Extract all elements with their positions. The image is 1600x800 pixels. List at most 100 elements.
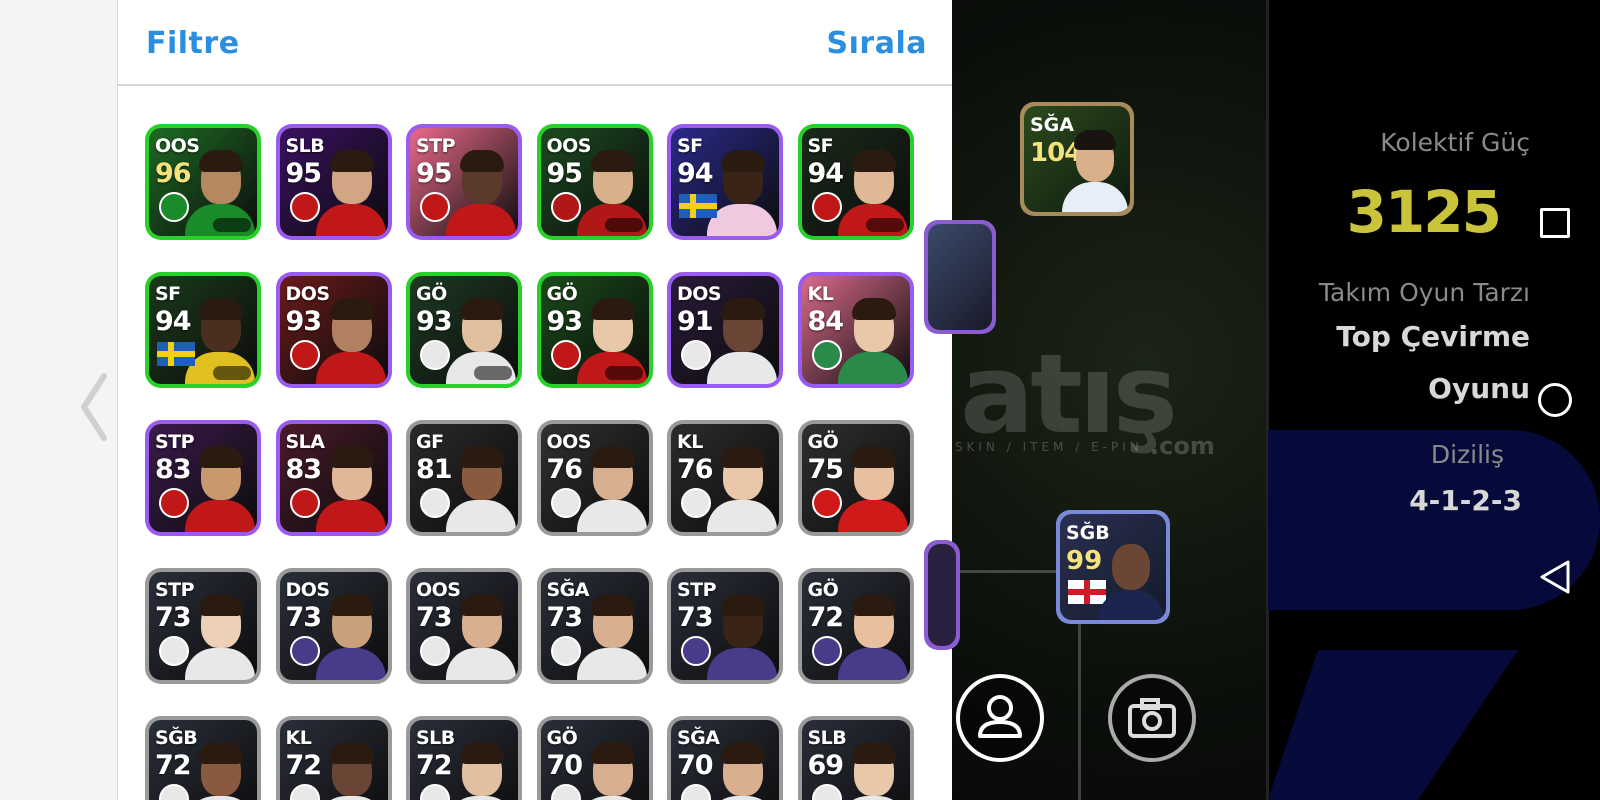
player-rating: 70 [546,750,584,781]
card-type-icon [213,218,251,232]
player-card-inner: OOS 73 [410,572,518,680]
player-portrait [707,444,777,532]
nav-recent-icon[interactable] [1540,208,1570,238]
player-card[interactable]: OOS 73 [406,568,522,684]
player-card[interactable]: KL 76 [667,420,783,536]
field-player-card-partial[interactable] [924,220,996,334]
player-portrait [185,592,255,680]
player-position: GÖ [546,283,578,305]
player-card[interactable]: GÖ 93 [406,272,522,388]
profile-button[interactable] [956,674,1044,762]
player-card-inner: KL 72 [279,720,388,800]
player-position: GÖ [807,579,839,601]
player-portrait [837,444,908,532]
player-position: SF [677,135,703,157]
player-card[interactable]: SLB 72 [406,716,522,800]
player-position: STP [155,431,195,453]
card-type-icon [604,218,643,232]
player-portrait [315,148,386,236]
camera-button[interactable] [1108,674,1196,762]
player-position: SĞA [677,727,720,749]
field-player-card-partial[interactable] [924,540,960,650]
player-card-inner: STP 73 [149,572,257,680]
player-rating: 76 [546,454,584,485]
player-card[interactable]: OOS 96 [145,124,261,240]
club-badge-icon [811,784,842,800]
player-rating: 96 [155,158,192,189]
player-card[interactable]: GÖ 93 [536,272,653,388]
player-portrait [315,296,386,384]
card-type-icon [865,218,904,232]
nav-home-icon[interactable] [1538,383,1572,417]
player-rating: 95 [546,158,584,189]
player-card[interactable]: SLA 83 [275,420,392,536]
player-card-inner: OOS 95 [540,128,649,236]
player-card[interactable]: SF 94 [145,272,261,388]
player-position: DOS [677,283,722,305]
player-position: OOS [546,431,592,453]
player-card[interactable]: SF 94 [797,124,914,240]
player-position: GÖ [546,727,578,749]
player-card[interactable]: SĞA 70 [667,716,783,800]
card-type-icon [604,366,643,380]
player-position: GÖ [416,283,447,305]
player-card[interactable]: STP 73 [145,568,261,684]
player-card[interactable]: GF 81 [406,420,522,536]
player-card[interactable]: SLB 95 [275,124,392,240]
card-type-icon [474,366,512,380]
player-rating: 73 [677,602,714,633]
player-portrait [707,148,777,236]
back-chevron-icon[interactable] [78,372,108,442]
player-card[interactable]: OOS 95 [536,124,653,240]
player-rating: 72 [807,602,845,633]
player-card[interactable]: SĞA 73 [536,568,653,684]
player-rating: 73 [546,602,584,633]
player-rating: 83 [285,454,323,485]
player-rating: 95 [416,158,453,189]
left-gutter [0,0,117,800]
player-card[interactable]: STP 95 [406,124,522,240]
player-rating: 84 [807,306,845,337]
player-portrait [185,444,255,532]
sweden-flag-icon [679,194,717,218]
player-card-inner: OOS 76 [540,424,649,532]
nav-back-icon[interactable] [1538,559,1572,595]
player-card[interactable]: SĞB 72 [145,716,261,800]
filter-button[interactable]: Filtre [146,26,240,61]
player-card[interactable]: STP 83 [145,420,261,536]
player-card[interactable]: GÖ 72 [797,568,914,684]
player-portrait [315,444,386,532]
player-card[interactable]: OOS 76 [536,420,653,536]
field-player-card[interactable]: SĞB 99 [1056,510,1170,624]
watermark-domain: .com [1150,432,1215,460]
player-card[interactable]: KL 72 [275,716,392,800]
player-card[interactable]: GÖ 75 [797,420,914,536]
player-card[interactable]: GÖ 70 [536,716,653,800]
player-card-inner: STP 83 [149,424,257,532]
player-card-inner: SĞA 73 [540,572,649,680]
player-card[interactable]: DOS 91 [667,272,783,388]
field-player-rating: 99 [1066,546,1103,576]
player-card[interactable]: DOS 93 [275,272,392,388]
player-card[interactable]: DOS 73 [275,568,392,684]
field-player-card[interactable]: SĞA 104 [1020,102,1134,216]
team-style-label: Takım Oyun Tarzı [1318,278,1530,307]
player-portrait [185,740,255,800]
player-card[interactable]: SF 94 [667,124,783,240]
sort-button[interactable]: Sırala [827,26,927,61]
player-card[interactable]: KL 84 [797,272,914,388]
player-position: DOS [285,283,331,305]
profile-icon [978,695,1022,738]
player-portrait [315,592,386,680]
player-card-inner: SĞA 70 [671,720,779,800]
player-card[interactable]: SLB 69 [797,716,914,800]
watermark-tagline: P / SKIN / ITEM / E-PIN [920,440,1143,454]
player-card-inner: SLA 83 [279,424,388,532]
player-portrait [446,148,516,236]
player-rating: 94 [807,158,845,189]
player-portrait [576,444,647,532]
player-portrait [446,592,516,680]
player-card[interactable]: STP 73 [667,568,783,684]
club-badge-icon [681,784,711,800]
club-badge-icon [681,340,711,370]
